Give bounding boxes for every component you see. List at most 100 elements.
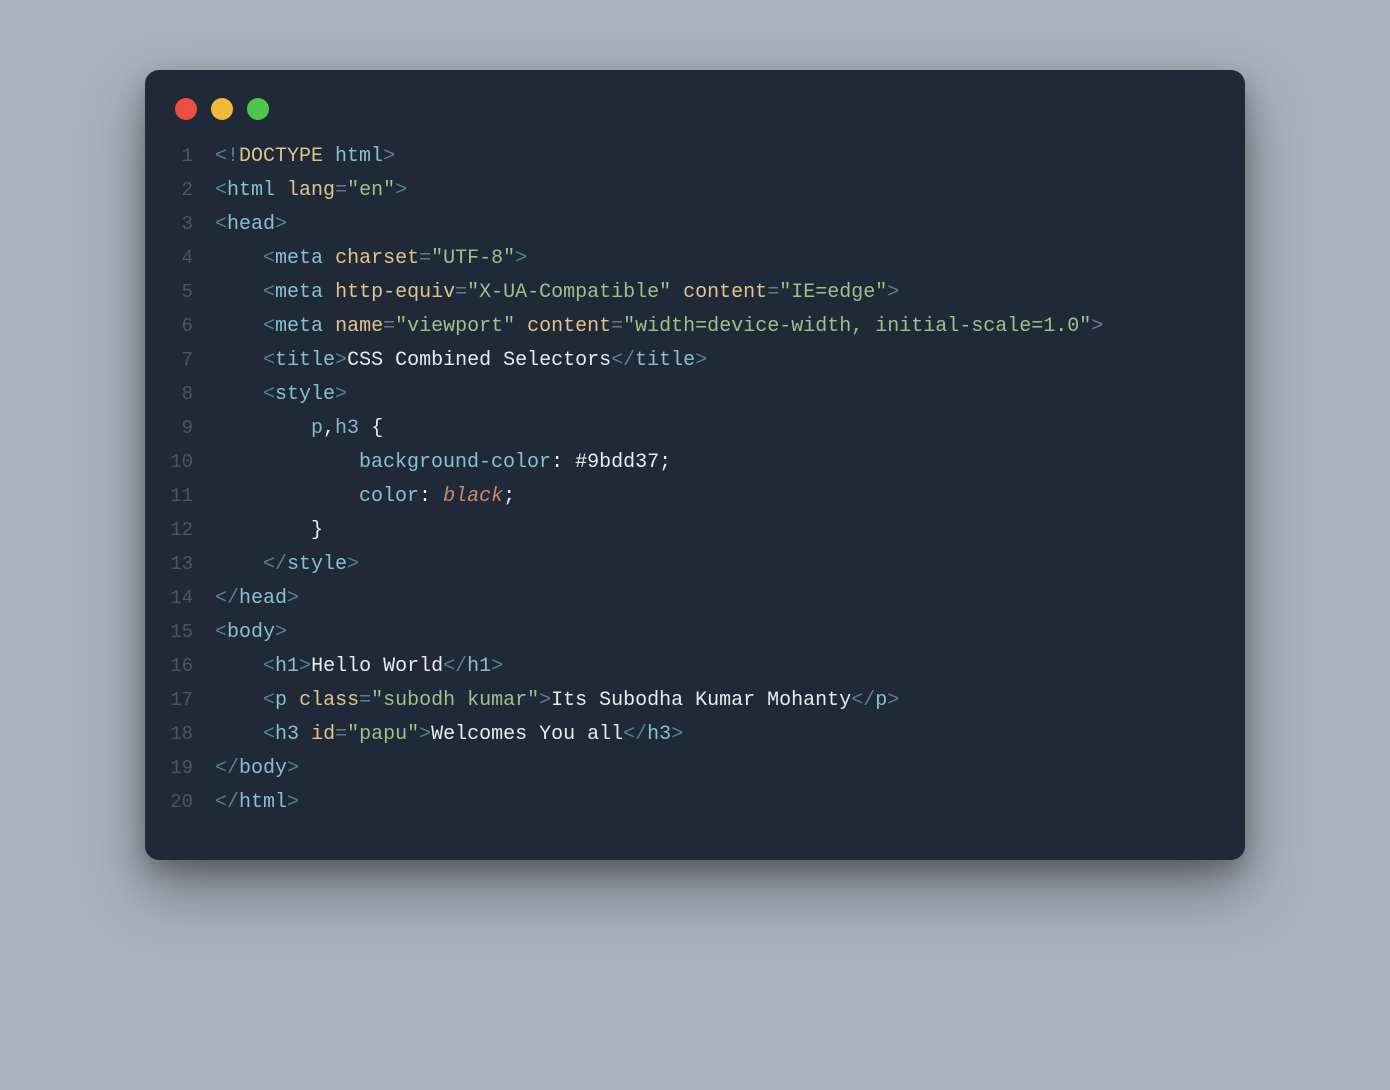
token-tag: h3	[647, 723, 671, 746]
token-punw: ,	[323, 417, 335, 440]
token-pun: >	[671, 723, 683, 746]
token-punw: }	[311, 519, 323, 542]
line-number: 6	[145, 310, 215, 342]
code-line[interactable]: 14</head>	[145, 582, 1215, 616]
token-tag: html	[227, 179, 275, 202]
token-tag: h1	[467, 655, 491, 678]
token-pun: <	[263, 281, 275, 304]
line-number: 18	[145, 718, 215, 750]
line-number: 12	[145, 514, 215, 546]
line-content[interactable]: <!DOCTYPE html>	[215, 140, 1215, 174]
maximize-icon[interactable]	[247, 98, 269, 120]
token-pun: </	[443, 655, 467, 678]
token-txt	[275, 179, 287, 202]
line-content[interactable]: <meta charset="UTF-8">	[215, 242, 1215, 276]
token-str: "subodh kumar"	[371, 689, 539, 712]
token-pun: >	[515, 247, 527, 270]
code-line[interactable]: 15<body>	[145, 616, 1215, 650]
line-content[interactable]: </head>	[215, 582, 1215, 616]
code-line[interactable]: 7 <title>CSS Combined Selectors</title>	[145, 344, 1215, 378]
line-content[interactable]: <meta name="viewport" content="width=dev…	[215, 310, 1215, 344]
code-line[interactable]: 13 </style>	[145, 548, 1215, 582]
token-tag: html	[239, 791, 287, 814]
line-content[interactable]: p,h3 {	[215, 412, 1215, 446]
line-content[interactable]: color: black;	[215, 480, 1215, 514]
token-pun: =	[335, 723, 347, 746]
line-content[interactable]: <meta http-equiv="X-UA-Compatible" conte…	[215, 276, 1215, 310]
line-number: 4	[145, 242, 215, 274]
token-pun: <	[215, 621, 227, 644]
token-punw: :	[419, 485, 443, 508]
token-txt	[215, 247, 263, 270]
line-content[interactable]: <title>CSS Combined Selectors</title>	[215, 344, 1215, 378]
token-pun: >	[275, 213, 287, 236]
code-line[interactable]: 18 <h3 id="papu">Welcomes You all</h3>	[145, 718, 1215, 752]
token-txt	[323, 247, 335, 270]
minimize-icon[interactable]	[211, 98, 233, 120]
token-pun: >	[299, 655, 311, 678]
line-number: 5	[145, 276, 215, 308]
line-content[interactable]: <html lang="en">	[215, 174, 1215, 208]
token-tag: body	[227, 621, 275, 644]
code-line[interactable]: 11 color: black;	[145, 480, 1215, 514]
token-pun: </	[851, 689, 875, 712]
code-line[interactable]: 16 <h1>Hello World</h1>	[145, 650, 1215, 684]
token-str: "en"	[347, 179, 395, 202]
token-pun: =	[359, 689, 371, 712]
line-number: 20	[145, 786, 215, 818]
line-number: 15	[145, 616, 215, 648]
line-content[interactable]: <h3 id="papu">Welcomes You all</h3>	[215, 718, 1215, 752]
code-line[interactable]: 9 p,h3 {	[145, 412, 1215, 446]
token-str: "X-UA-Compatible"	[467, 281, 671, 304]
token-txt	[215, 553, 263, 576]
line-content[interactable]: <h1>Hello World</h1>	[215, 650, 1215, 684]
token-pun: >	[395, 179, 407, 202]
token-str: "width=device-width, initial-scale=1.0"	[623, 315, 1091, 338]
token-tag: title	[275, 349, 335, 372]
token-txt: Its Subodha Kumar Mohanty	[551, 689, 851, 712]
token-txt	[671, 281, 683, 304]
code-editor[interactable]: 1<!DOCTYPE html>2<html lang="en">3<head>…	[145, 130, 1245, 830]
line-number: 2	[145, 174, 215, 206]
token-txt	[215, 655, 263, 678]
line-content[interactable]: <head>	[215, 208, 1215, 242]
line-content[interactable]: background-color: #9bdd37;	[215, 446, 1215, 480]
code-line[interactable]: 2<html lang="en">	[145, 174, 1215, 208]
close-icon[interactable]	[175, 98, 197, 120]
token-pun: >	[287, 587, 299, 610]
code-line[interactable]: 1<!DOCTYPE html>	[145, 140, 1215, 174]
token-pun: =	[611, 315, 623, 338]
line-content[interactable]: <style>	[215, 378, 1215, 412]
code-line[interactable]: 19</body>	[145, 752, 1215, 786]
code-line[interactable]: 10 background-color: #9bdd37;	[145, 446, 1215, 480]
token-str: "UTF-8"	[431, 247, 515, 270]
code-line[interactable]: 5 <meta http-equiv="X-UA-Compatible" con…	[145, 276, 1215, 310]
token-pun: >	[419, 723, 431, 746]
line-content[interactable]: }	[215, 514, 1215, 548]
token-attr: charset	[335, 247, 419, 270]
code-line[interactable]: 6 <meta name="viewport" content="width=d…	[145, 310, 1215, 344]
code-line[interactable]: 20</html>	[145, 786, 1215, 820]
token-pun: <	[263, 315, 275, 338]
code-line[interactable]: 12 }	[145, 514, 1215, 548]
code-line[interactable]: 17 <p class="subodh kumar">Its Subodha K…	[145, 684, 1215, 718]
line-content[interactable]: </html>	[215, 786, 1215, 820]
token-pun: </	[623, 723, 647, 746]
line-content[interactable]: <p class="subodh kumar">Its Subodha Kuma…	[215, 684, 1215, 718]
token-pun: </	[611, 349, 635, 372]
token-pun: >	[695, 349, 707, 372]
token-txt	[515, 315, 527, 338]
line-number: 11	[145, 480, 215, 512]
line-content[interactable]: </body>	[215, 752, 1215, 786]
code-line[interactable]: 8 <style>	[145, 378, 1215, 412]
code-line[interactable]: 4 <meta charset="UTF-8">	[145, 242, 1215, 276]
code-line[interactable]: 3<head>	[145, 208, 1215, 242]
token-pun: <	[263, 723, 275, 746]
token-tag: h1	[275, 655, 299, 678]
line-content[interactable]: <body>	[215, 616, 1215, 650]
token-tag: head	[239, 587, 287, 610]
line-content[interactable]: </style>	[215, 548, 1215, 582]
token-attr: content	[683, 281, 767, 304]
token-pun: <	[263, 247, 275, 270]
token-txt: Hello World	[311, 655, 443, 678]
